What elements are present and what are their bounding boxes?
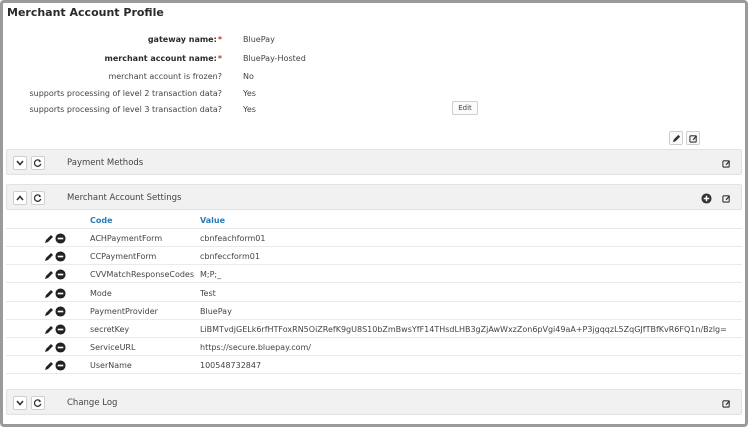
edit-button[interactable]: Edit (452, 101, 478, 115)
table-row: Mode Test (6, 285, 742, 302)
row-actions (44, 342, 68, 353)
row-value: https://secure.bluepay.com/ (200, 343, 312, 353)
minus-circle-icon[interactable] (55, 306, 66, 317)
pencil-icon[interactable] (44, 270, 54, 280)
minus-circle-icon[interactable] (55, 233, 66, 244)
minus-circle-icon[interactable] (55, 342, 66, 353)
refresh-icon[interactable] (31, 191, 45, 205)
field-label-level3: supports processing of level 3 transacti… (0, 105, 232, 119)
field-label-frozen: merchant account is frozen? (0, 72, 232, 86)
chevron-down-icon[interactable] (13, 396, 27, 410)
table-row: ServiceURL https://secure.bluepay.com/ (6, 339, 742, 357)
field-value-frozen: No (243, 72, 254, 81)
row-value: BluePay (200, 306, 232, 316)
field-label-text: merchant account is frozen? (108, 72, 222, 81)
table-row: CCPaymentForm cbnfeccform01 (6, 248, 742, 266)
table-row: ACHPaymentForm cbnfeachform01 (6, 230, 742, 247)
row-code: CCPaymentForm (90, 252, 157, 262)
pencil-icon[interactable] (44, 252, 54, 262)
field-value-level3: Yes (243, 105, 256, 114)
minus-circle-icon[interactable] (55, 269, 66, 280)
row-value: 100548732847 (200, 361, 262, 371)
pencil-icon[interactable] (44, 234, 54, 244)
pencil-icon[interactable] (44, 343, 54, 353)
row-value: cbnfeachform01 (200, 234, 266, 243)
row-code: ACHPaymentForm (90, 234, 163, 243)
required-mark: * (217, 54, 222, 63)
field-value-level2: Yes (243, 89, 256, 98)
field-value-gateway-name: BluePay (243, 35, 275, 44)
row-code: PaymentProvider (90, 306, 158, 316)
table-divider (6, 228, 742, 229)
panel-title-change-log: Change Log (67, 398, 118, 408)
row-value: Test (200, 288, 216, 298)
edit-note-icon[interactable] (719, 191, 733, 205)
settings-panel: Merchant Account Settings (6, 184, 742, 210)
row-value: M;P;_ (200, 270, 222, 280)
table-row: PaymentProvider BluePay (6, 303, 742, 320)
edit-note-icon[interactable] (719, 396, 733, 410)
field-label-merchant-account-name: merchant account name:* (0, 54, 232, 68)
pencil-icon[interactable] (44, 325, 54, 335)
row-actions (44, 360, 68, 371)
payment-methods-panel: Payment Methods (6, 149, 742, 175)
table-row: UserName 100548732847 (6, 357, 742, 375)
row-actions (44, 251, 68, 262)
row-actions (44, 233, 68, 244)
pencil-icon[interactable] (44, 307, 54, 317)
table-row: CVVMatchResponseCodes M;P;_ (6, 266, 742, 284)
row-actions (44, 324, 68, 335)
chevron-up-icon[interactable] (13, 191, 27, 205)
column-header-code: Code (90, 216, 113, 225)
pencil-icon[interactable] (44, 361, 54, 371)
field-label-text: supports processing of level 2 transacti… (29, 89, 222, 98)
edit-note-icon[interactable] (686, 131, 700, 145)
minus-circle-icon[interactable] (55, 288, 66, 299)
row-code: CVVMatchResponseCodes (90, 270, 195, 280)
panel-title-settings: Merchant Account Settings (67, 193, 182, 203)
row-actions (44, 306, 68, 317)
change-log-panel: Change Log (6, 389, 742, 415)
field-label-text: supports processing of level 3 transacti… (29, 105, 222, 114)
required-mark: * (217, 35, 222, 44)
row-code: UserName (90, 361, 132, 371)
row-code: secretKey (90, 325, 130, 334)
field-label-gateway-name: gateway name:* (0, 35, 232, 49)
page-title: Merchant Account Profile (7, 6, 164, 19)
row-code: Mode (90, 288, 112, 298)
pencil-icon[interactable] (44, 289, 54, 299)
field-label-text: gateway name: (147, 35, 217, 44)
chevron-down-icon[interactable] (13, 156, 27, 170)
column-header-value: Value (200, 216, 226, 225)
edit-note-icon[interactable] (719, 156, 733, 170)
field-label-level2: supports processing of level 2 transacti… (0, 89, 232, 103)
refresh-icon[interactable] (31, 156, 45, 170)
row-code: ServiceURL (90, 343, 136, 353)
minus-circle-icon[interactable] (55, 324, 66, 335)
field-value-merchant-account-name: BluePay-Hosted (243, 54, 306, 63)
minus-circle-icon[interactable] (55, 360, 66, 371)
row-actions (44, 288, 68, 299)
pencil-icon[interactable] (669, 131, 683, 145)
row-value: LiBMTvdjGELk6rfHTFoxRN5OiZRefK9gU8S10bZm… (200, 325, 727, 334)
refresh-icon[interactable] (31, 396, 45, 410)
plus-circle-icon[interactable] (699, 191, 713, 205)
table-row: secretKey LiBMTvdjGELk6rfHTFoxRN5OiZRefK9… (6, 321, 742, 338)
minus-circle-icon[interactable] (55, 251, 66, 262)
panel-title-payment-methods: Payment Methods (67, 158, 144, 168)
row-actions (44, 269, 68, 280)
row-value: cbnfeccform01 (200, 252, 260, 262)
field-label-text: merchant account name: (104, 54, 217, 63)
